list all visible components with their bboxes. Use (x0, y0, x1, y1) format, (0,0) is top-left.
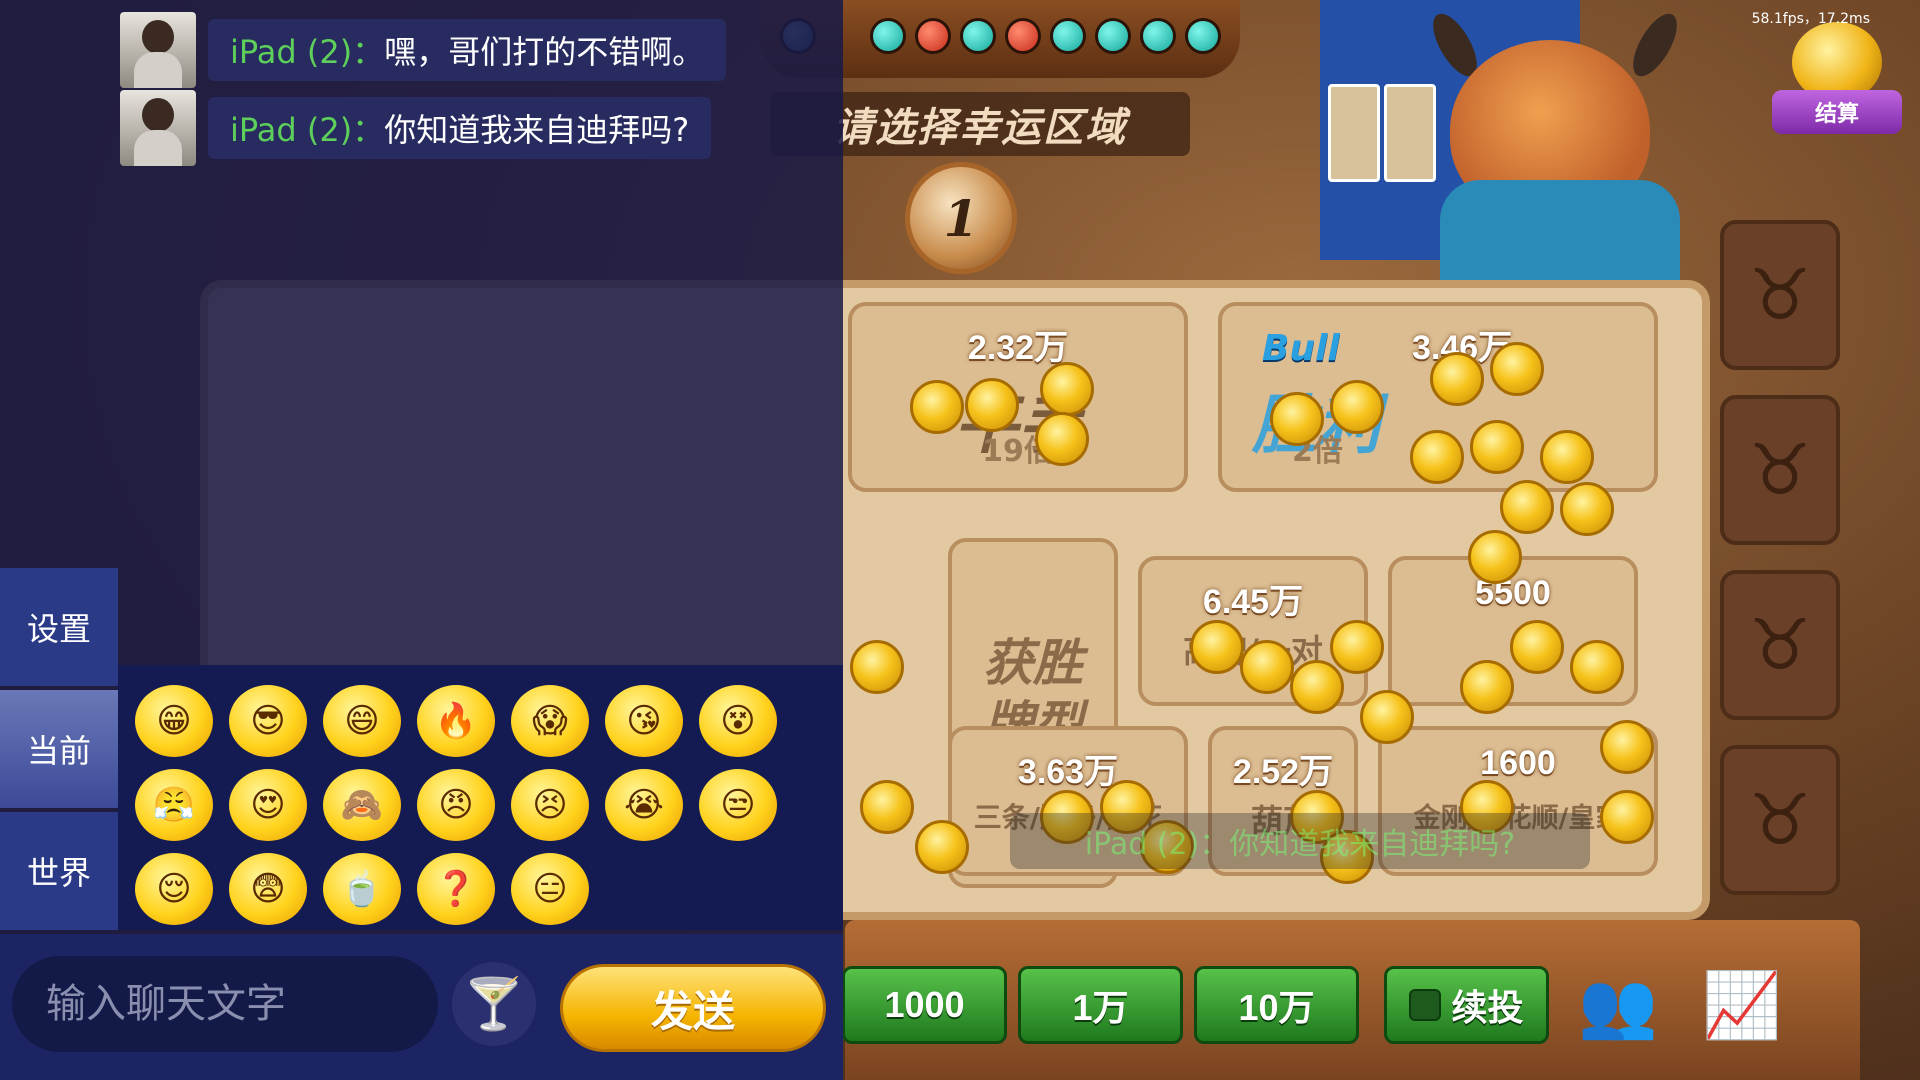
shy-emoji[interactable]: 🙈 (323, 769, 401, 841)
fps-counter: 58.1fps，17.2ms (1751, 11, 1870, 27)
rebet-checkbox[interactable] (1409, 989, 1442, 1021)
emoji-picker: 😁 😎 😄 🔥 😱 😘 😵 😤 😍 🙈 😠 😣 😭 😒 😌 😨 🍵 ❓ 😑 (118, 665, 843, 930)
cocktail-icon[interactable]: 🍸 (452, 962, 536, 1046)
fire-emoji[interactable]: 🔥 (417, 685, 495, 757)
player-seat[interactable] (1720, 745, 1840, 895)
chip-coin (1190, 620, 1244, 674)
chat-text: 你知道我来自迪拜吗? (384, 111, 690, 149)
scream-emoji[interactable]: 😱 (511, 685, 589, 757)
chat-bubble: iPad (2)： 嘿，哥们打的不错啊。 (208, 19, 727, 81)
chip-coin (860, 780, 914, 834)
bet-chip-button[interactable]: 10万 (1194, 966, 1359, 1044)
chip-coin (1510, 620, 1564, 674)
chip-coin (1460, 660, 1514, 714)
history-ball (1050, 18, 1086, 54)
zone-tag: Bull (1262, 328, 1340, 369)
zone-label-line1: 获胜 (983, 634, 1083, 692)
mad-emoji[interactable]: 😠 (417, 769, 495, 841)
chat-text: 嘿，哥们打的不错啊。 (384, 33, 705, 71)
history-ball (1140, 18, 1176, 54)
smirk-emoji[interactable]: 😑 (511, 853, 589, 925)
love-emoji[interactable]: 😍 (229, 769, 307, 841)
drink-emoji[interactable]: 🍵 (323, 853, 401, 925)
grin-emoji[interactable]: 😁 (135, 685, 213, 757)
chat-message: iPad (2)： 你知道我来自迪拜吗? (120, 90, 712, 166)
history-ball (960, 18, 996, 54)
player-seat[interactable] (1720, 220, 1840, 370)
rebet-label: 续投 (1451, 987, 1524, 1028)
tab-settings[interactable]: 设置 (0, 568, 118, 686)
countdown-timer: 1 (905, 162, 1017, 274)
chip-coin (910, 380, 964, 434)
chip-coin (1600, 720, 1654, 774)
settle-label: 结算 (1772, 90, 1902, 134)
bet-chip-button[interactable]: 1000 (842, 966, 1007, 1044)
angry-emoji[interactable]: 😤 (135, 769, 213, 841)
bet-chip-button[interactable]: 1万 (1018, 966, 1183, 1044)
chip-coin (1570, 640, 1624, 694)
tab-current[interactable]: 当前 (0, 690, 118, 808)
smile-emoji[interactable]: 😄 (323, 685, 401, 757)
chat-input[interactable] (12, 956, 438, 1052)
bully-emoji[interactable]: 😣 (511, 769, 589, 841)
history-ball (1005, 18, 1041, 54)
shock-emoji[interactable]: 😨 (229, 853, 307, 925)
chip-coin (1410, 430, 1464, 484)
chip-coin (1468, 530, 1522, 584)
chip-coin (1360, 690, 1414, 744)
dealer-cards (1328, 84, 1436, 182)
chat-toast: iPad (2)：你知道我来自迪拜吗? (1010, 813, 1590, 869)
chat-panel: iPad (2)： 嘿，哥们打的不错啊。 iPad (2)： 你知道我来自迪拜吗… (0, 0, 843, 1080)
kiss-emoji[interactable]: 😘 (605, 685, 683, 757)
chip-coin (850, 640, 904, 694)
chat-bubble: iPad (2)： 你知道我来自迪拜吗? (208, 97, 712, 159)
zone-amount: 5500 (1475, 574, 1551, 612)
history-ball (1185, 18, 1221, 54)
confused-emoji[interactable]: ❓ (417, 853, 495, 925)
avatar (120, 12, 196, 88)
chat-tabs: 设置 当前 世界 (0, 568, 118, 934)
rebet-button[interactable]: 续投 (1384, 966, 1549, 1044)
chip-coin (1240, 640, 1294, 694)
chip-coin (915, 820, 969, 874)
history-ball (870, 18, 906, 54)
cool-emoji[interactable]: 😎 (229, 685, 307, 757)
chat-sender: iPad (2)： (230, 111, 385, 149)
chip-coin (1560, 482, 1614, 536)
chip-coin (965, 378, 1019, 432)
chip-coin (1330, 620, 1384, 674)
dizzy-emoji[interactable]: 😵 (699, 685, 777, 757)
player-seat[interactable] (1720, 395, 1840, 545)
chip-coin (1040, 362, 1094, 416)
chip-coin (1600, 790, 1654, 844)
chip-coin (1330, 380, 1384, 434)
history-ball (915, 18, 951, 54)
chip-coin (1540, 430, 1594, 484)
tab-world[interactable]: 世界 (0, 812, 118, 930)
chip-coin (1470, 420, 1524, 474)
zone-amount: 2.32万 (967, 329, 1069, 367)
history-ball (1095, 18, 1131, 54)
chip-coin (1035, 412, 1089, 466)
chip-coin (1490, 342, 1544, 396)
zone-multiplier: 19倍 (982, 434, 1054, 469)
chat-message: iPad (2)： 嘿，哥们打的不错啊。 (120, 12, 727, 88)
zone-amount: 2.52万 (1232, 753, 1334, 791)
cry-emoji[interactable]: 😭 (605, 769, 683, 841)
players-icon[interactable]: 👥 (1568, 960, 1668, 1050)
avatar (120, 90, 196, 166)
zone-amount: 6.45万 (1202, 583, 1304, 621)
chip-coin (1430, 352, 1484, 406)
chip-coin (1500, 480, 1554, 534)
settle-button[interactable]: 结算 (1772, 22, 1902, 134)
sleepy-emoji[interactable]: 😌 (135, 853, 213, 925)
chat-sender: iPad (2)： (230, 33, 385, 71)
player-seat[interactable] (1720, 570, 1840, 720)
chip-coin (1270, 392, 1324, 446)
annoyed-emoji[interactable]: 😒 (699, 769, 777, 841)
chip-coin (1290, 660, 1344, 714)
zone-amount: 3.63万 (1017, 753, 1119, 791)
trend-coins-icon[interactable]: 📈 (1692, 960, 1792, 1050)
send-button[interactable]: 发送 (560, 964, 826, 1052)
